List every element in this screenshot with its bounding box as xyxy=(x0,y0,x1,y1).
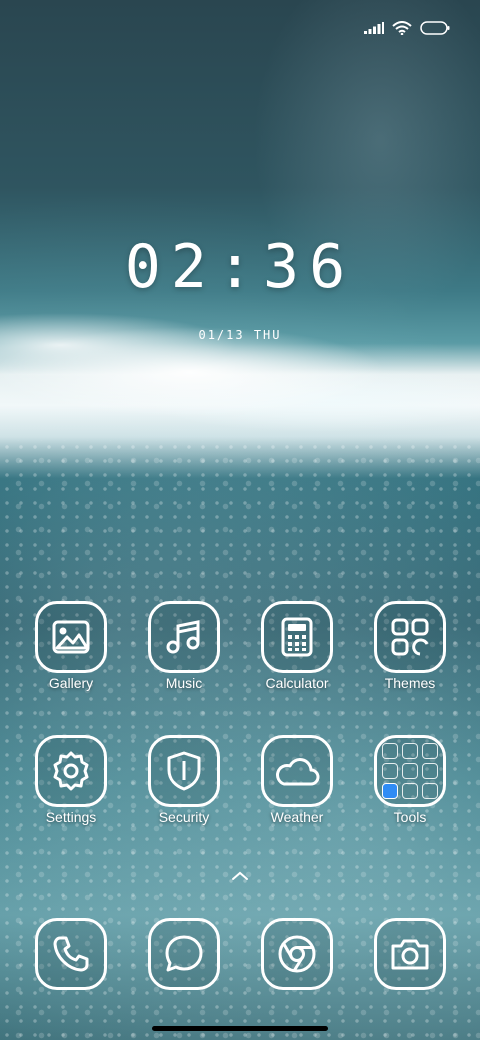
app-label: Themes xyxy=(384,675,436,691)
app-gallery[interactable]: Gallery xyxy=(16,601,126,691)
app-label: Music xyxy=(165,675,203,691)
camera-icon xyxy=(374,918,446,990)
app-tools-folder[interactable]: Tools xyxy=(355,735,465,825)
lockscreen-date: 01/13 THU xyxy=(198,328,282,342)
status-bar xyxy=(0,0,480,56)
app-label: Settings xyxy=(45,809,97,825)
dock-browser[interactable] xyxy=(242,918,352,990)
app-label: Security xyxy=(158,809,210,825)
home-indicator[interactable] xyxy=(152,1026,328,1031)
gallery-icon xyxy=(35,601,107,673)
browser-icon xyxy=(261,918,333,990)
gear-icon xyxy=(35,735,107,807)
shield-icon xyxy=(148,735,220,807)
signal-bars-icon xyxy=(364,22,384,34)
folder-grid-icon xyxy=(374,735,446,807)
wifi-icon xyxy=(392,21,412,35)
phone-icon xyxy=(35,918,107,990)
app-label: Calculator xyxy=(265,675,329,691)
app-settings[interactable]: Settings xyxy=(16,735,126,825)
app-music[interactable]: Music xyxy=(129,601,239,691)
app-label: Weather xyxy=(270,809,324,825)
app-label: Gallery xyxy=(48,675,94,691)
dock-messages[interactable] xyxy=(129,918,239,990)
app-themes[interactable]: Themes xyxy=(355,601,465,691)
music-note-icon xyxy=(148,601,220,673)
app-label: Tools xyxy=(393,809,427,825)
app-calculator[interactable]: Calculator xyxy=(242,601,352,691)
message-bubble-icon xyxy=(148,918,220,990)
app-security[interactable]: Security xyxy=(129,735,239,825)
app-weather[interactable]: Weather xyxy=(242,735,352,825)
calculator-icon xyxy=(261,601,333,673)
dock-phone[interactable] xyxy=(16,918,126,990)
cloud-icon xyxy=(261,735,333,807)
chevron-up-icon[interactable] xyxy=(228,868,252,884)
dock-camera[interactable] xyxy=(355,918,465,990)
battery-icon xyxy=(420,21,450,35)
themes-grid-icon xyxy=(374,601,446,673)
lockscreen-clock: 02:36 xyxy=(124,232,356,302)
